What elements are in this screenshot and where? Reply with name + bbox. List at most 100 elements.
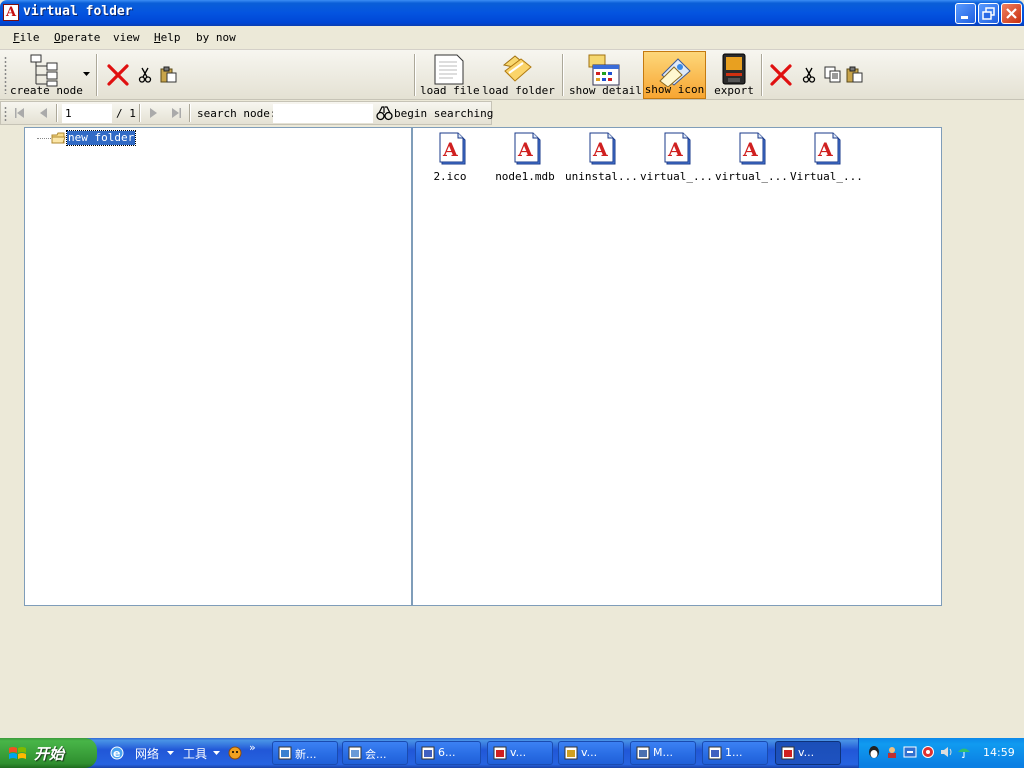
umbrella-icon[interactable] bbox=[957, 745, 971, 759]
network-toolbar-label[interactable]: 网络 bbox=[135, 745, 159, 762]
speaker-icon[interactable] bbox=[939, 745, 953, 759]
task-app-icon bbox=[781, 746, 795, 760]
svg-text:e: e bbox=[113, 747, 120, 760]
menu-bar: File Operate view Help by now bbox=[0, 26, 1024, 50]
menu-by-now[interactable]: by now bbox=[196, 31, 236, 44]
clock: 14:59 bbox=[983, 746, 1015, 759]
begin-searching-label: begin searching bbox=[394, 107, 494, 120]
cut-icon[interactable] bbox=[138, 67, 152, 83]
start-button[interactable]: 开始 bbox=[0, 738, 97, 768]
menu-operate[interactable]: Operate bbox=[54, 31, 100, 44]
export-icon bbox=[722, 53, 746, 85]
toolbar-grip[interactable] bbox=[4, 56, 7, 94]
internet-explorer-icon[interactable]: e bbox=[109, 745, 125, 761]
menu-file[interactable]: File bbox=[13, 31, 40, 44]
close-button[interactable] bbox=[1001, 3, 1022, 24]
folder-tree[interactable]: new folder bbox=[24, 127, 412, 606]
navigator-separator bbox=[56, 104, 58, 122]
tree-node-new-folder[interactable]: new folder bbox=[65, 130, 137, 146]
task-button[interactable]: 新... bbox=[272, 741, 338, 765]
task-button[interactable]: 6... bbox=[415, 741, 481, 765]
export-button[interactable]: export bbox=[712, 50, 756, 99]
file-item[interactable]: Anode1.mdb bbox=[490, 132, 560, 184]
task-button[interactable]: v... bbox=[775, 741, 841, 765]
show-detail-button[interactable]: show detail bbox=[569, 50, 642, 99]
navigator-separator bbox=[189, 104, 191, 122]
delete-icon[interactable] bbox=[106, 63, 130, 87]
file-item[interactable]: Avirtual_... bbox=[640, 132, 713, 184]
show-icon-button[interactable]: show icon bbox=[643, 51, 706, 99]
task-button[interactable]: 会... bbox=[342, 741, 408, 765]
menu-view[interactable]: view bbox=[113, 31, 140, 44]
file-item[interactable]: A Virtual_... bbox=[790, 132, 863, 184]
next-page-icon[interactable] bbox=[146, 106, 160, 120]
file-icon-letter: A bbox=[817, 139, 833, 161]
file-item[interactable]: A 2.ico bbox=[415, 132, 485, 184]
previous-page-icon[interactable] bbox=[37, 106, 51, 120]
window-title: virtual folder bbox=[23, 4, 133, 19]
menu-help[interactable]: Help bbox=[154, 31, 181, 44]
task-label: v... bbox=[581, 746, 598, 759]
windows-logo-icon bbox=[9, 747, 26, 759]
task-label: 6... bbox=[438, 746, 456, 759]
quicklaunch-more-icon[interactable]: » bbox=[249, 741, 256, 754]
toolbar-separator bbox=[761, 54, 763, 96]
paste-icon[interactable] bbox=[160, 66, 178, 83]
task-label: M... bbox=[653, 746, 673, 759]
tools-dropdown-icon[interactable] bbox=[213, 751, 220, 756]
file-item[interactable]: Avirtual_... bbox=[715, 132, 788, 184]
file-name: virtual_... bbox=[640, 170, 713, 183]
task-app-icon bbox=[636, 746, 650, 760]
app-icon[interactable]: A bbox=[3, 4, 19, 21]
task-button[interactable]: 1... bbox=[702, 741, 768, 765]
folder-open-icon bbox=[502, 55, 532, 82]
file-icon-letter: A bbox=[742, 139, 758, 161]
last-page-icon[interactable] bbox=[169, 106, 183, 120]
minimize-button[interactable] bbox=[955, 3, 976, 24]
title-bar[interactable]: A virtual folder bbox=[0, 0, 1024, 26]
search-node-input[interactable] bbox=[273, 104, 373, 123]
tree-connector bbox=[37, 138, 51, 139]
page-number-input[interactable] bbox=[62, 104, 112, 123]
create-node-dropdown-icon[interactable] bbox=[83, 72, 90, 77]
load-file-button[interactable]: load file bbox=[420, 50, 480, 99]
task-button[interactable]: M... bbox=[630, 741, 696, 765]
task-label: v... bbox=[798, 746, 815, 759]
qq-icon[interactable] bbox=[867, 745, 881, 759]
task-app-icon bbox=[708, 746, 722, 760]
network-dropdown-icon[interactable] bbox=[167, 751, 174, 756]
app-icon-letter: A bbox=[5, 5, 17, 20]
app-shortcut-icon[interactable] bbox=[227, 745, 243, 761]
user-icon[interactable] bbox=[885, 745, 899, 759]
restore-button[interactable] bbox=[978, 3, 999, 24]
cut-icon[interactable] bbox=[802, 67, 816, 83]
binoculars-icon bbox=[376, 106, 393, 121]
copy-icon[interactable] bbox=[824, 66, 842, 83]
detail-view-icon bbox=[588, 54, 620, 86]
network-status-icon[interactable] bbox=[903, 745, 917, 759]
first-page-icon[interactable] bbox=[13, 106, 27, 120]
minimize-icon bbox=[961, 16, 968, 19]
tools-toolbar-label[interactable]: 工具 bbox=[183, 745, 207, 762]
file-icon: A bbox=[814, 132, 841, 165]
begin-searching-button[interactable]: begin searching bbox=[375, 104, 494, 123]
file-page-icon bbox=[434, 54, 464, 85]
file-icon-letter: A bbox=[592, 139, 608, 161]
close-icon bbox=[1006, 8, 1017, 19]
page-total: / 1 bbox=[116, 107, 136, 120]
delete-icon[interactable] bbox=[769, 63, 793, 87]
navigator-bar: / 1 search node: begin searching bbox=[0, 101, 494, 125]
task-button[interactable]: v... bbox=[487, 741, 553, 765]
task-button[interactable]: v... bbox=[558, 741, 624, 765]
navigator-grip[interactable] bbox=[4, 106, 7, 121]
create-node-button[interactable]: create node bbox=[10, 50, 83, 99]
toolbar-separator bbox=[414, 54, 416, 96]
security-icon[interactable] bbox=[921, 745, 935, 759]
file-list[interactable]: A 2.ico Anode1.mdb Auninstal... Avirtual_...… bbox=[412, 127, 942, 606]
task-app-icon bbox=[348, 746, 362, 760]
file-item[interactable]: Auninstal... bbox=[565, 132, 638, 184]
paste-icon[interactable] bbox=[846, 66, 864, 83]
load-folder-button[interactable]: load folder bbox=[482, 50, 555, 99]
task-label: 会... bbox=[365, 748, 387, 761]
navigator-separator bbox=[139, 104, 141, 122]
